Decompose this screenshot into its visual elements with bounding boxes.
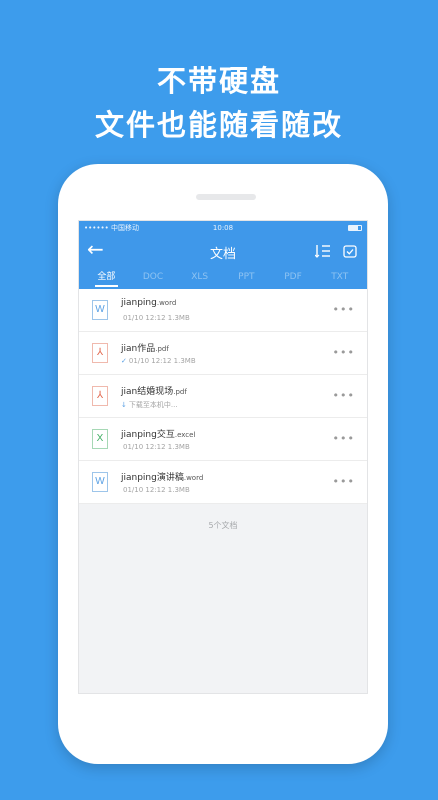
file-row[interactable]: W jianping演讲稿.word 01/10 12:12 1.3MB •••	[79, 461, 367, 504]
more-options-icon[interactable]: •••	[333, 475, 355, 488]
file-meta: ↓ 下载至本机中...	[121, 400, 178, 410]
word-file-icon: W	[92, 472, 108, 492]
more-options-icon[interactable]: •••	[333, 389, 355, 402]
phone-speaker	[196, 194, 256, 200]
file-meta: 01/10 12:12 1.3MB	[121, 486, 190, 494]
nav-bar: ← 文档	[79, 235, 367, 267]
status-bar: •••••• 中国移动 10:08	[79, 221, 367, 235]
file-name-base: jian结婚现场	[121, 387, 174, 397]
file-name-base: jianping演讲稿	[121, 473, 184, 483]
status-time: 10:08	[212, 224, 234, 232]
file-row[interactable]: W jianping.word 01/10 12:12 1.3MB •••	[79, 289, 367, 332]
file-extension: .word	[183, 474, 204, 482]
headline-line-1: 不带硬盘	[156, 64, 281, 98]
file-name: jianping.word	[121, 298, 176, 308]
downloaded-check-icon: ✓	[121, 357, 127, 365]
tab-txt[interactable]: TXT	[316, 267, 363, 289]
tab-doc[interactable]: DOC	[130, 267, 177, 289]
excel-file-icon: X	[92, 429, 108, 449]
file-meta-text: 01/10 12:12 1.3MB	[123, 443, 190, 451]
phone-mockup: •••••• 中国移动 10:08 ← 文档 全部 DOC XLS PPT PD…	[58, 164, 388, 764]
file-name-base: jianping交互	[121, 430, 175, 440]
pdf-file-icon: ⅄	[92, 386, 108, 406]
file-meta: 01/10 12:12 1.3MB	[121, 314, 190, 322]
sort-list-icon[interactable]	[315, 243, 331, 259]
file-meta: ✓ 01/10 12:12 1.3MB	[121, 357, 196, 365]
file-name: jianping演讲稿.word	[121, 470, 203, 483]
file-meta-text: 01/10 12:12 1.3MB	[123, 486, 190, 494]
file-name-base: jian作品	[121, 344, 156, 354]
phone-screen: •••••• 中国移动 10:08 ← 文档 全部 DOC XLS PPT PD…	[78, 220, 368, 694]
file-row[interactable]: X jianping交互.excel 01/10 12:12 1.3MB •••	[79, 418, 367, 461]
file-list: W jianping.word 01/10 12:12 1.3MB ••• ⅄ …	[79, 289, 367, 504]
headline-line-2: 文件也能随看随改	[94, 108, 343, 142]
select-check-icon[interactable]	[342, 243, 358, 259]
file-meta-text: 01/10 12:12 1.3MB	[123, 314, 190, 322]
file-name: jian作品.pdf	[121, 341, 169, 354]
tab-ppt[interactable]: PPT	[223, 267, 270, 289]
file-row[interactable]: ⅄ jian结婚现场.pdf ↓ 下载至本机中... •••	[79, 375, 367, 418]
file-meta-text: 下载至本机中...	[128, 401, 178, 409]
file-name-base: jianping	[121, 298, 157, 308]
file-extension: .excel	[174, 431, 196, 439]
pdf-file-icon: ⅄	[92, 343, 108, 363]
more-options-icon[interactable]: •••	[333, 432, 355, 445]
file-meta-text: 01/10 12:12 1.3MB	[128, 357, 196, 365]
file-type-tabs: 全部 DOC XLS PPT PDF TXT	[79, 267, 367, 289]
download-arrow-icon: ↓	[121, 401, 127, 409]
file-row[interactable]: ⅄ jian作品.pdf ✓ 01/10 12:12 1.3MB •••	[79, 332, 367, 375]
document-count: 5个文档	[208, 521, 238, 530]
word-file-icon: W	[92, 300, 108, 320]
file-name: jianping交互.excel	[121, 427, 195, 440]
more-options-icon[interactable]: •••	[333, 346, 355, 359]
file-extension: .pdf	[155, 345, 169, 353]
tab-xls[interactable]: XLS	[176, 267, 223, 289]
tab-pdf[interactable]: PDF	[270, 267, 317, 289]
file-meta: 01/10 12:12 1.3MB	[121, 443, 190, 451]
file-name: jian结婚现场.pdf	[121, 384, 187, 397]
file-extension: .word	[156, 299, 177, 307]
tab-all[interactable]: 全部	[83, 267, 130, 289]
more-options-icon[interactable]: •••	[333, 303, 355, 316]
file-extension: .pdf	[173, 388, 187, 396]
